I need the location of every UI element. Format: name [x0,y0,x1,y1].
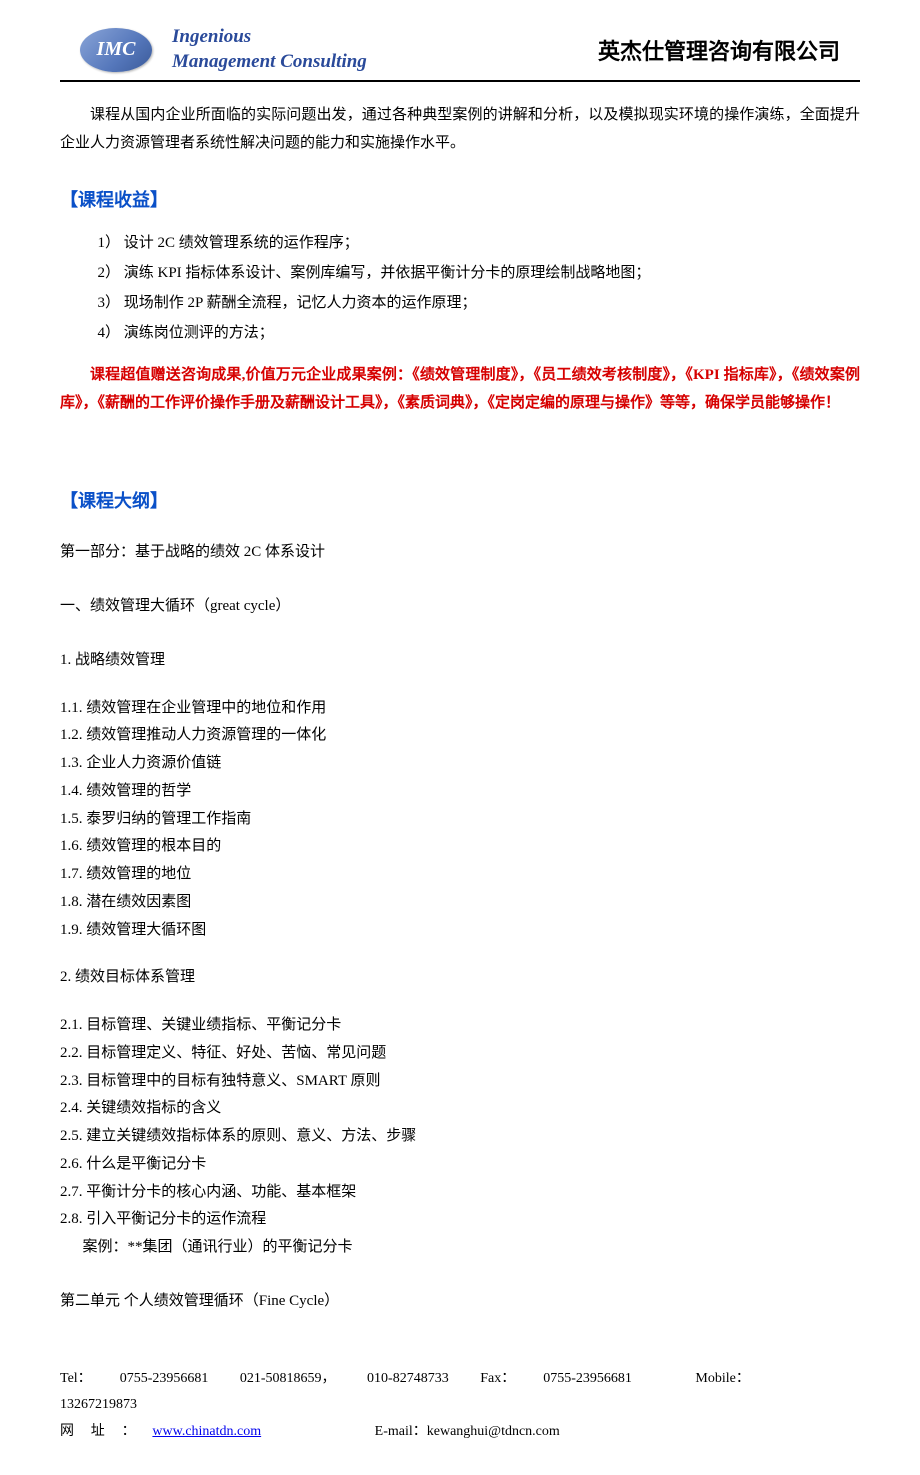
outline-item: 1.2. 绩效管理推动人力资源管理的一体化 [60,722,860,750]
mobile-number: 13267219873 [60,1397,137,1412]
mobile-label: Mobile： [695,1371,749,1386]
footer-web-line: 网址：www.chinatdn.com E-mail：kewanghui@tdn… [60,1419,860,1446]
email-label: E-mail： [375,1424,427,1439]
benefits-list: 1） 设计 2C 绩效管理系统的运作程序； 2） 演练 KPI 指标体系设计、案… [98,228,861,348]
fax-label: Fax： [480,1371,515,1386]
benefit-item: 4） 演练岗位测评的方法； [98,318,861,348]
logo-icon: IMC [80,28,152,72]
outline-item: 1.5. 泰罗归纳的管理工作指南 [60,806,860,834]
fax-number: 0755-23956681 [543,1371,632,1386]
outline-topic-1: 1. 战略绩效管理 [60,647,860,675]
outline-item: 1.7. 绩效管理的地位 [60,861,860,889]
company-english-name: Ingenious Management Consulting [172,25,367,74]
tel-3: 010-82748733 [367,1371,449,1386]
benefit-item: 1） 设计 2C 绩效管理系统的运作程序； [98,228,861,258]
page-footer: Tel： 0755-23956681 021-50818659， 010-8274… [60,1366,860,1446]
outline-case: 案例：**集团（通讯行业）的平衡记分卡 [60,1234,860,1262]
outline-item: 2.7. 平衡计分卡的核心内涵、功能、基本框架 [60,1179,860,1207]
footer-contact-line: Tel： 0755-23956681 021-50818659， 010-8274… [60,1366,860,1419]
tel-label: Tel： [60,1371,92,1386]
tel-1: 0755-23956681 [120,1371,209,1386]
outline-item: 2.8. 引入平衡记分卡的运作流程 [60,1206,860,1234]
bonus-note: 课程超值赠送咨询成果,价值万元企业成果案例：《绩效管理制度》，《员工绩效考核制度… [60,362,860,418]
en-line-1: Ingenious [172,26,251,47]
document-page: IMC Ingenious Management Consulting 英杰仕管… [0,0,920,1475]
section-benefits-title: 【课程收益】 [60,186,860,212]
tel-2: 021-50818659， [240,1371,336,1386]
outline-item: 1.3. 企业人力资源价值链 [60,750,860,778]
benefit-item: 2） 演练 KPI 指标体系设计、案例库编写，并依据平衡计分卡的原理绘制战略地图… [98,258,861,288]
intro-paragraph: 课程从国内企业所面临的实际问题出发，通过各种典型案例的讲解和分析，以及模拟现实环… [60,102,860,158]
section-outline-title: 【课程大纲】 [60,487,860,513]
outline-topic-2: 2. 绩效目标体系管理 [60,964,860,992]
outline-content: 第一部分：基于战略的绩效 2C 体系设计 一、绩效管理大循环（great cyc… [60,539,860,1315]
outline-item: 2.2. 目标管理定义、特征、好处、苦恼、常见问题 [60,1040,860,1068]
outline-item: 2.1. 目标管理、关键业绩指标、平衡记分卡 [60,1012,860,1040]
website-link[interactable]: www.chinatdn.com [152,1424,261,1439]
outline-item: 2.5. 建立关键绩效指标体系的原则、意义、方法、步骤 [60,1123,860,1151]
outline-item: 2.6. 什么是平衡记分卡 [60,1151,860,1179]
header-divider [60,80,860,82]
outline-item: 2.4. 关键绩效指标的含义 [60,1095,860,1123]
en-line-2: Management Consulting [172,51,367,72]
web-label: 网址： [60,1419,152,1446]
outline-section-1: 一、绩效管理大循环（great cycle） [60,593,860,621]
outline-part-1: 第一部分：基于战略的绩效 2C 体系设计 [60,539,860,567]
outline-item: 1.1. 绩效管理在企业管理中的地位和作用 [60,695,860,723]
outline-item: 2.3. 目标管理中的目标有独特意义、SMART 原则 [60,1068,860,1096]
outline-item: 1.4. 绩效管理的哲学 [60,778,860,806]
page-header: IMC Ingenious Management Consulting 英杰仕管… [60,25,860,74]
email-address: kewanghui@tdncn.com [427,1424,560,1439]
company-chinese-name: 英杰仕管理咨询有限公司 [598,34,840,66]
outline-item: 1.8. 潜在绩效因素图 [60,889,860,917]
outline-item: 1.6. 绩效管理的根本目的 [60,833,860,861]
outline-item: 1.9. 绩效管理大循环图 [60,917,860,945]
benefit-item: 3） 现场制作 2P 薪酬全流程，记忆人力资本的运作原理； [98,288,861,318]
